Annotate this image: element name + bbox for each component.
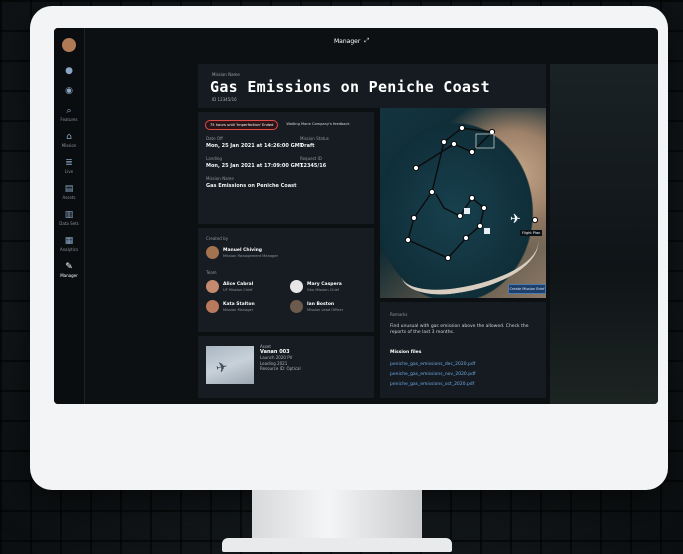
topbar-title: Manager: [334, 37, 361, 45]
avatar[interactable]: [62, 38, 76, 52]
page-title: Gas Emissions on Peniche Coast: [210, 78, 490, 96]
flight-plan-label: Flight Plan: [520, 230, 543, 236]
person-name: Ian Boston: [307, 301, 335, 307]
field-landing: Landing Mon, 25 Jan 2021 at 17:09:00 GMT: [206, 156, 303, 169]
settings-icon: ◉: [65, 86, 73, 96]
expand-icon[interactable]: ⤢: [364, 37, 369, 45]
field-value: Gas Emissions on Peniche Coast: [206, 183, 297, 189]
search-icon: ⌕: [66, 106, 72, 116]
field-status: Mission Status Draft: [300, 136, 329, 149]
remarks-card: Remarks Find unusual with gas emission a…: [380, 302, 546, 398]
header-sub: ID 12345/16: [212, 97, 237, 102]
rail-item-alerts[interactable]: ●: [54, 66, 84, 76]
file-link[interactable]: peniche_gas_emissions_dec_2020.pdf: [390, 360, 476, 370]
rail-item-assets[interactable]: ▤ Assets: [54, 184, 84, 200]
rail-label: Manager: [60, 273, 78, 278]
monitor-frame: ● ◉ ⌕ Features ⌂ Mission ≣ Live ▤ Assets ▥ Da…: [30, 6, 668, 490]
mission-files-label: Mission files: [390, 350, 422, 355]
team-member[interactable]: Alice Cabral UF Mission Chief: [206, 280, 253, 293]
avatar: [206, 246, 219, 259]
remarks-text: Find unusual with gas emission above the…: [390, 324, 529, 335]
rail-label: Assets: [62, 195, 76, 200]
rail-label: Features: [60, 117, 78, 122]
mission-header: Mission Name Gas Emissions on Peniche Co…: [198, 64, 546, 108]
countdown-badge: 75 hours until 'Imperfection' Ended: [205, 120, 279, 130]
grid-icon: ▦: [64, 236, 74, 246]
avatar: [290, 280, 303, 293]
background-image-area: [550, 64, 658, 404]
created-by-label: Created by: [206, 236, 229, 241]
rail-item-mission[interactable]: ⌂ Mission: [54, 132, 84, 148]
rail-item-datasets[interactable]: ▥ Data Sets: [54, 210, 84, 226]
field-label: Mission Name: [206, 176, 234, 181]
person-name: Manuel Chiving: [223, 247, 263, 253]
sensor-icon: ▥: [64, 210, 74, 220]
layers-icon: ≣: [65, 158, 73, 168]
monitor-base: [222, 538, 452, 552]
field-label: Landing: [206, 156, 222, 161]
rail-item-analytics[interactable]: ▦ Analytics: [54, 236, 84, 252]
pen-icon: ✎: [65, 262, 73, 272]
left-rail: ● ◉ ⌕ Features ⌂ Mission ≣ Live ▤ Assets ▥ Da…: [54, 28, 85, 404]
field-mission-name: Mission Name Gas Emissions on Peniche Coa…: [206, 176, 296, 189]
person-role: UF Mission Chief: [223, 287, 253, 292]
team-member[interactable]: Kata Stalton Mission Manager: [206, 300, 255, 313]
field-label: Date Off: [206, 136, 223, 141]
field-label: Request ID: [300, 156, 322, 161]
rail-item-manager[interactable]: ✎ Manager: [54, 262, 84, 278]
header-eyebrow: Mission Name: [212, 72, 240, 77]
field-value: 12345/16: [300, 163, 327, 169]
home-icon: ⌂: [66, 132, 72, 142]
field-value: Draft: [300, 143, 315, 149]
flight-path: [404, 124, 539, 262]
avatar: [206, 280, 219, 293]
aircraft-icon: ✈: [214, 358, 230, 378]
rail-label: Mission: [61, 143, 77, 148]
team-label: Team: [206, 270, 217, 275]
team-member[interactable]: Mary Caspera Geo Mission Chief: [290, 280, 342, 293]
status-badge: Waiting Mane Company's feedback: [286, 122, 350, 126]
field-request: Request ID 12345/16: [300, 156, 326, 169]
rail-label: Analytics: [59, 247, 79, 252]
field-value: Mon, 25 Jan 2021 at 14:26:00 GMT: [206, 143, 304, 149]
person-role: Mission Lead Officer: [307, 307, 344, 312]
mission-map[interactable]: ✈ Flight Plan Create Mission Brief: [380, 108, 546, 298]
person-name: Kata Stalton: [223, 301, 255, 307]
person-role: Mission Management Manager: [223, 253, 279, 258]
create-brief-button[interactable]: Create Mission Brief: [508, 284, 546, 294]
person-role: Mission Manager: [223, 307, 254, 312]
asset-card[interactable]: ✈ Asset Vanan 003 Launch 2020 PV Leading…: [198, 336, 374, 398]
aircraft-icon: ✈: [510, 212, 521, 227]
asset-thumbnail: ✈: [206, 346, 254, 384]
team-member[interactable]: Ian Boston Mission Lead Officer: [290, 300, 343, 313]
file-link[interactable]: peniche_gas_emissions_oct_2020.pdf: [390, 380, 476, 390]
remarks-label: Remarks: [390, 312, 408, 317]
mission-details-card: 75 hours until 'Imperfection' Ended Wait…: [198, 112, 374, 224]
rail-label: Data Sets: [59, 221, 79, 226]
rail-item-settings[interactable]: ◉: [54, 86, 84, 96]
person-role: Geo Mission Chief: [307, 287, 340, 292]
field-start: Date Off Mon, 25 Jan 2021 at 14:26:00 GMT: [206, 136, 303, 149]
creator[interactable]: Manuel Chiving Mission Management Manager: [206, 246, 278, 259]
avatar: [206, 300, 219, 313]
avatar: [290, 300, 303, 313]
person-name: Mary Caspera: [307, 281, 342, 287]
topbar: Manager ⤢: [334, 34, 369, 48]
field-label: Mission Status: [300, 136, 329, 141]
file-link[interactable]: peniche_gas_emissions_nov_2020.pdf: [390, 370, 476, 380]
rail-item-live[interactable]: ≣ Live: [54, 158, 84, 174]
device-icon: ▤: [64, 184, 74, 194]
rail-item-features[interactable]: ⌕ Features: [54, 106, 84, 122]
alert-icon: ●: [65, 66, 73, 76]
people-card: Created by Manuel Chiving Mission Managem…: [198, 228, 374, 332]
person-name: Alice Cabral: [223, 281, 254, 287]
app-screen: ● ◉ ⌕ Features ⌂ Mission ≣ Live ▤ Assets ▥ Da…: [54, 28, 658, 404]
rail-label: Live: [64, 169, 74, 174]
asset-detail: Resource ID: Optical: [260, 366, 301, 371]
field-value: Mon, 25 Jan 2021 at 17:09:00 GMT: [206, 163, 304, 169]
